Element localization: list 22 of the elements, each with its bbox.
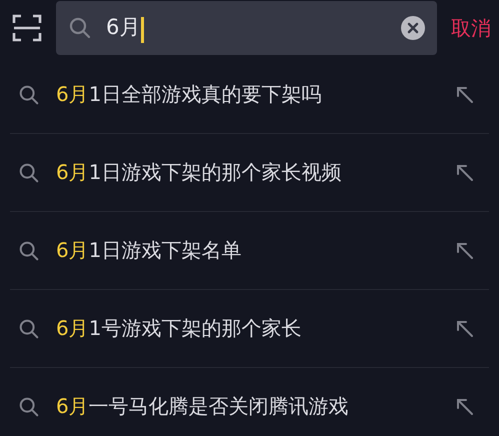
suggestion-text[interactable]: 6月 1号游戏下架的那个家长 [56, 315, 439, 342]
search-icon [18, 162, 40, 184]
fill-arrow-icon[interactable] [455, 240, 475, 260]
fill-arrow-icon[interactable] [455, 396, 475, 416]
search-icon [18, 396, 40, 418]
fill-arrow-icon[interactable] [455, 162, 475, 182]
cancel-button[interactable]: 取消 [451, 14, 491, 42]
search-icon [18, 318, 40, 340]
suggestion-text[interactable]: 6月 1日游戏下架的那个家长视频 [56, 159, 439, 186]
fill-arrow-icon[interactable] [455, 318, 475, 338]
search-query: 6月 [106, 15, 140, 40]
search-icon [18, 240, 40, 262]
suggestion-text[interactable]: 6月 一号马化腾是否关闭腾讯游戏 [56, 393, 439, 420]
suggestion-text[interactable]: 6月 1日全部游戏真的要下架吗 [56, 81, 439, 108]
search-icon [18, 84, 40, 106]
text-cursor [141, 16, 144, 43]
fill-arrow-icon[interactable] [455, 84, 475, 104]
suggestion-text[interactable]: 6月 1日游戏下架名单 [56, 237, 439, 264]
scan-icon[interactable] [12, 13, 42, 43]
search-field[interactable]: 6月 [56, 1, 437, 55]
clear-icon[interactable] [401, 16, 425, 40]
search-icon [68, 16, 92, 40]
